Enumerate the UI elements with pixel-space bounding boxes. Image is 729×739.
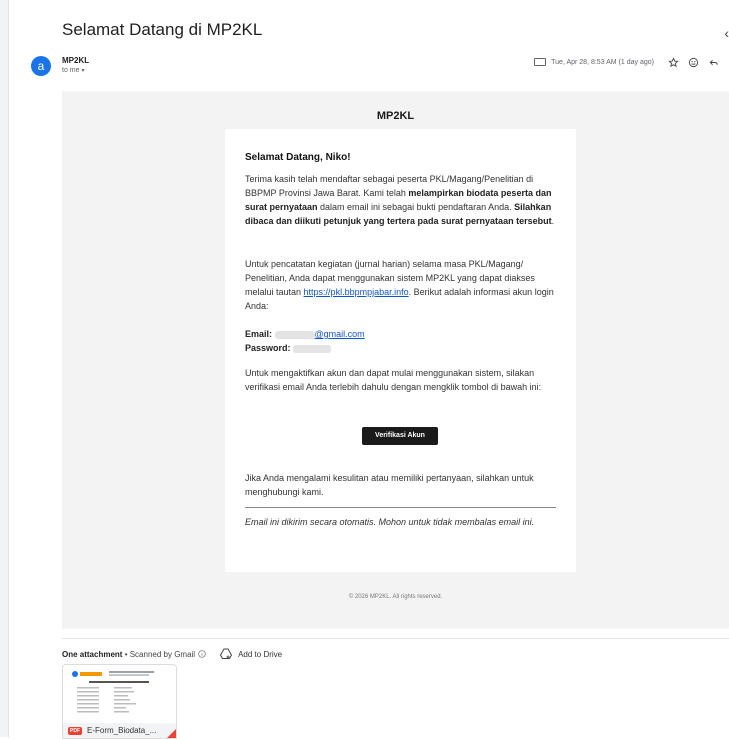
- verify-account-button[interactable]: Verifikasi Akun: [362, 427, 438, 445]
- drive-add-icon: [220, 648, 233, 661]
- redacted-password: [293, 344, 332, 353]
- paragraph-intro: Terima kasih telah mendaftar sebagai pes…: [245, 172, 556, 228]
- email-address-link[interactable]: @gmail.com: [315, 329, 365, 339]
- message-meta: Tue, Apr 28, 8:53 AM (1 day ago): [534, 55, 720, 69]
- paragraph-verify: Untuk mengaktifkan akun dan dapat mulai …: [245, 368, 542, 392]
- attachment-count: One attachment: [62, 650, 123, 659]
- email-brand: MP2KL: [376, 110, 415, 122]
- add-to-drive-button[interactable]: Add to Drive: [220, 648, 282, 661]
- email-body: MP2KL Selamat Datang, Niko! Terima kasih…: [62, 91, 729, 629]
- attachment-header: One attachment • Scanned by Gmail Add to…: [62, 648, 282, 661]
- credentials: Email: @gmail.com Password:: [245, 327, 556, 355]
- emoji-icon[interactable]: [686, 55, 700, 69]
- bullet-separator: •: [122, 650, 130, 659]
- email-row: Email: @gmail.com: [245, 327, 556, 341]
- attachment-file-label: PDF E-Form_Biodata_...: [63, 723, 176, 738]
- redacted-email-user: [274, 330, 315, 339]
- attachment-file-name: E-Form_Biodata_...: [87, 726, 157, 735]
- recipient-toggle[interactable]: to me ▾: [62, 67, 84, 74]
- attachment-divider: [62, 638, 729, 639]
- divider: [245, 507, 556, 508]
- pdf-icon: PDF: [68, 726, 82, 735]
- email-footer: © 2026 MP2KL. All rights reserved.: [348, 594, 443, 600]
- add-to-drive-label: Add to Drive: [238, 650, 283, 659]
- pkl-link[interactable]: https://pkl.bbpmpjabar.info: [304, 287, 409, 297]
- star-icon[interactable]: [666, 55, 680, 69]
- paragraph-contact: Jika Anda mengalami kesulitan atau memil…: [245, 473, 534, 497]
- avatar[interactable]: a: [31, 56, 51, 76]
- scan-status: Scanned by Gmail: [129, 650, 196, 659]
- email-label: Email:: [245, 329, 273, 339]
- greeting: Selamat Datang, Niko!: [245, 152, 351, 163]
- window-edge-indicator: ‹: [724, 25, 729, 41]
- recipient-label: to me: [62, 67, 80, 74]
- paragraph-login-info: Untuk pencatatan kegiatan (jurnal harian…: [245, 257, 556, 313]
- attachment-thumbnail[interactable]: PDF E-Form_Biodata_...: [62, 664, 177, 739]
- intro-text-c: .: [551, 216, 555, 226]
- chevron-down-icon: ▾: [81, 68, 85, 74]
- sender-name[interactable]: MP2KL: [62, 56, 89, 65]
- auto-notice: Email ini dikirim secara otomatis. Mohon…: [245, 517, 535, 527]
- email-card: Selamat Datang, Niko! Terima kasih telah…: [225, 129, 576, 572]
- intro-text-b: dalam email ini sebagai bukti pendaftara…: [317, 202, 515, 212]
- message-date: Tue, Apr 28, 8:53 AM (1 day ago): [551, 58, 654, 66]
- password-row: Password:: [245, 341, 556, 355]
- info-icon[interactable]: [198, 649, 206, 660]
- reply-icon[interactable]: [706, 55, 720, 69]
- document-preview-image: [69, 669, 169, 719]
- password-label: Password:: [245, 343, 291, 353]
- email-subject: Selamat Datang di MP2KL: [62, 20, 263, 39]
- left-panel-edge: [0, 0, 9, 737]
- label-icon[interactable]: [534, 58, 547, 66]
